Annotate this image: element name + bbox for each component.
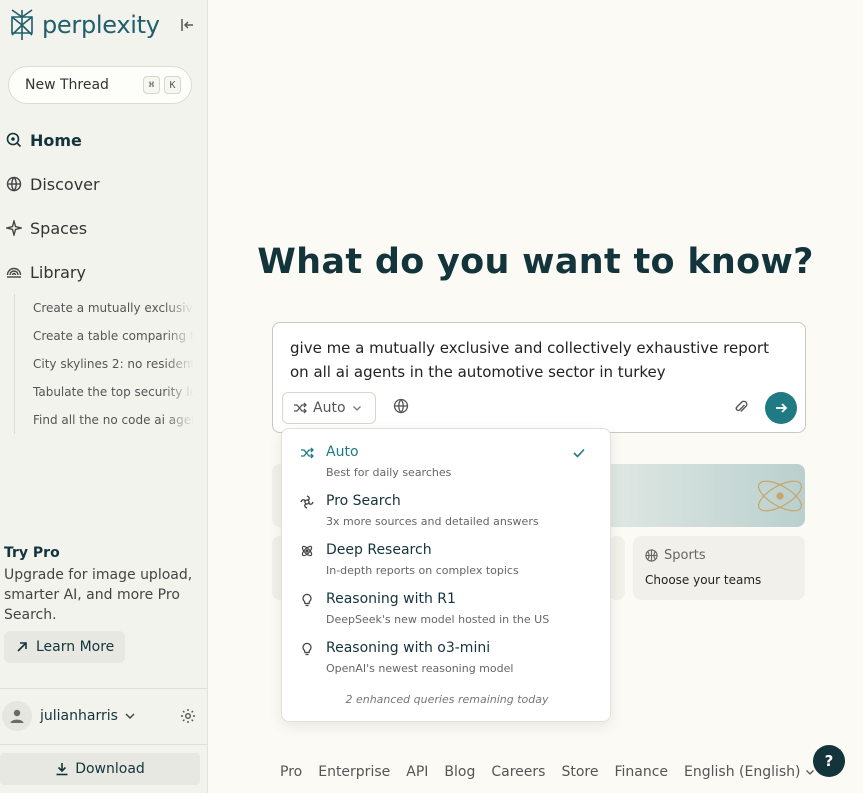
home-search-icon: [6, 132, 22, 148]
search-input[interactable]: give me a mutually exclusive and collect…: [290, 336, 790, 384]
download-button[interactable]: Download: [0, 753, 200, 785]
sports-title-label: Sports: [664, 548, 706, 563]
library-thread-item[interactable]: Tabulate the top security lo: [15, 378, 194, 406]
footer-link-finance[interactable]: Finance: [614, 764, 668, 780]
model-selector-button[interactable]: Auto: [282, 392, 376, 424]
shortcut-key-cmd: ⌘: [143, 76, 160, 94]
gear-icon[interactable]: [180, 708, 196, 724]
sidebar-nav: Home Discover Spaces Library: [0, 118, 208, 294]
send-button[interactable]: [765, 392, 797, 424]
model-dropdown-menu: Auto Best for daily searches Pro Search …: [281, 428, 611, 722]
shuffle-icon: [294, 402, 307, 414]
library-thread-list: Create a mutually exclusive Create a tab…: [14, 294, 194, 434]
sidebar-item-spaces[interactable]: Spaces: [0, 206, 208, 250]
model-option-desc: Best for daily searches: [326, 466, 452, 479]
model-option-desc: DeepSeek's new model hosted in the US: [326, 613, 550, 626]
globe-icon[interactable]: [393, 398, 409, 414]
lightbulb-icon: [302, 593, 312, 607]
sidebar-item-home[interactable]: Home: [0, 118, 208, 162]
model-option-auto[interactable]: Auto Best for daily searches: [300, 444, 600, 488]
chevron-down-icon: [805, 770, 814, 775]
brand-name: perplexity: [42, 11, 160, 39]
sports-card[interactable]: Sports Choose your teams: [633, 536, 805, 600]
model-option-title: Auto: [326, 444, 359, 460]
sparkle-icon: [6, 220, 22, 236]
model-option-title: Pro Search: [326, 493, 401, 509]
learn-more-label: Learn More: [36, 639, 115, 655]
main-content: What do you want to know? give me a mutu…: [208, 0, 863, 793]
model-option-title: Deep Research: [326, 542, 432, 558]
download-icon: [56, 763, 68, 776]
username: julianharris: [40, 708, 118, 724]
sidebar-item-discover[interactable]: Discover: [0, 162, 208, 206]
try-pro-description: Upgrade for image upload, smarter AI, an…: [4, 567, 193, 623]
avatar: [2, 701, 32, 731]
new-thread-button[interactable]: New Thread ⌘ K: [8, 66, 192, 104]
library-thread-item[interactable]: Create a mutually exclusive: [15, 294, 194, 322]
pro-search-icon: [300, 495, 314, 509]
download-label: Download: [75, 761, 145, 777]
chevron-down-icon: [352, 406, 361, 411]
lightbulb-icon: [302, 642, 312, 656]
arrow-right-icon: [776, 403, 788, 413]
model-option-reasoning-o3-mini[interactable]: Reasoning with o3-mini OpenAI's newest r…: [300, 640, 600, 684]
sidebar-item-label: Home: [30, 130, 82, 150]
learn-more-button[interactable]: Learn More: [4, 631, 125, 663]
sports-card-title: Sports: [645, 548, 706, 563]
collapse-sidebar-icon[interactable]: [178, 16, 196, 34]
search-box[interactable]: give me a mutually exclusive and collect…: [272, 322, 806, 433]
sidebar-item-library[interactable]: Library: [0, 250, 208, 294]
arrow-up-right-icon: [17, 642, 27, 652]
footer-link-store[interactable]: Store: [561, 764, 598, 780]
checkmark-icon: [573, 448, 585, 458]
shuffle-icon: [301, 447, 314, 459]
model-option-desc: 3x more sources and detailed answers: [326, 515, 539, 528]
sidebar-divider: [0, 744, 208, 745]
help-button[interactable]: ?: [813, 745, 845, 777]
footer-link-careers[interactable]: Careers: [491, 764, 545, 780]
perplexity-logo-icon: [11, 9, 33, 40]
language-selector[interactable]: English (English): [684, 764, 814, 780]
footer-link-enterprise[interactable]: Enterprise: [318, 764, 390, 780]
atom-icon: [301, 545, 313, 557]
paperclip-icon[interactable]: [733, 399, 749, 415]
user-menu[interactable]: julianharris: [0, 700, 208, 732]
model-option-reasoning-r1[interactable]: Reasoning with R1 DeepSeek's new model h…: [300, 591, 600, 635]
model-option-desc: OpenAI's newest reasoning model: [326, 662, 514, 675]
library-icon: [6, 267, 22, 278]
model-option-pro-search[interactable]: Pro Search 3x more sources and detailed …: [300, 493, 600, 537]
chevron-down-icon: [125, 713, 135, 720]
model-selector-label: Auto: [313, 400, 346, 416]
page-title: What do you want to know?: [257, 242, 814, 282]
footer-link-pro[interactable]: Pro: [280, 764, 302, 780]
try-pro-title: Try Pro: [4, 545, 60, 561]
new-thread-label: New Thread: [25, 77, 109, 93]
sidebar-item-label: Library: [30, 262, 86, 282]
library-thread-item[interactable]: Find all the no code ai agen: [15, 406, 194, 434]
language-label: English (English): [684, 764, 801, 780]
footer-link-api[interactable]: API: [406, 764, 428, 780]
basketball-icon: [645, 549, 658, 562]
sidebar: perplexity New Thread ⌘ K Home Discover …: [0, 0, 208, 793]
shortcut-key-k: K: [164, 76, 181, 94]
sidebar-divider: [0, 688, 208, 689]
footer-links: Pro Enterprise API Blog Careers Store Fi…: [280, 764, 815, 780]
library-thread-item[interactable]: City skylines 2: no residenti: [15, 350, 194, 378]
sidebar-item-label: Discover: [30, 174, 100, 194]
try-pro-promo: Try Pro Upgrade for image upload, smarte…: [4, 545, 200, 625]
model-option-desc: In-depth reports on complex topics: [326, 564, 519, 577]
sidebar-item-label: Spaces: [30, 218, 88, 238]
model-option-title: Reasoning with o3-mini: [326, 640, 491, 656]
brand[interactable]: perplexity: [8, 8, 160, 42]
model-option-title: Reasoning with R1: [326, 591, 456, 607]
atom-graphic-icon: [758, 480, 802, 512]
library-thread-item[interactable]: Create a table comparing th: [15, 322, 194, 350]
globe-icon: [6, 176, 22, 192]
sports-card-subtitle: Choose your teams: [645, 573, 762, 587]
footer-link-blog[interactable]: Blog: [444, 764, 475, 780]
user-icon: [10, 709, 24, 723]
model-option-deep-research[interactable]: Deep Research In-depth reports on comple…: [300, 542, 600, 586]
queries-remaining-note: 2 enhanced queries remaining today: [345, 693, 549, 706]
